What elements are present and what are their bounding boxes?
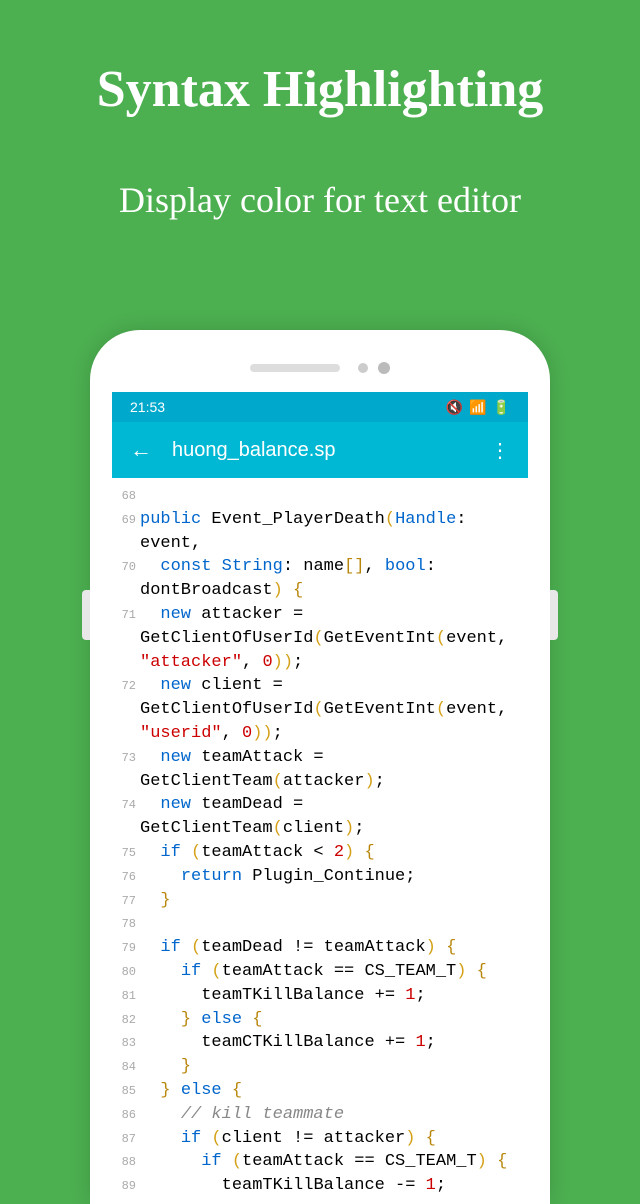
mute-icon: 🔇 [446, 399, 463, 416]
code-line: 87 if (client != attacker) { [120, 1127, 520, 1151]
code-content [140, 912, 520, 936]
code-content: public Event_PlayerDeath(Handle: event, [140, 508, 520, 556]
code-content: if (teamDead != teamAttack) { [140, 936, 520, 960]
phone-camera-icon [378, 362, 390, 374]
line-number: 79 [120, 936, 140, 960]
code-line: 73 new teamAttack = GetClientTeam(attack… [120, 746, 520, 794]
code-line: 85 } else { [120, 1079, 520, 1103]
line-number: 76 [120, 865, 140, 889]
phone-mockup: 21:53 🔇 📶 🔋 ← huong_balance.sp ⋮ 68 69pu… [90, 330, 550, 1204]
line-number: 73 [120, 746, 140, 794]
code-content: } else { [140, 1008, 520, 1032]
line-number: 68 [120, 484, 140, 508]
line-number: 74 [120, 793, 140, 841]
code-line: 72 new client = GetClientOfUserId(GetEve… [120, 674, 520, 745]
phone-side-button-left [82, 590, 90, 640]
code-content: if (client != attacker) { [140, 1127, 520, 1151]
more-menu-button[interactable]: ⋮ [490, 438, 510, 463]
line-number: 86 [120, 1103, 140, 1127]
code-content: teamTKillBalance += 1; [140, 984, 520, 1008]
code-line: 71 new attacker = GetClientOfUserId(GetE… [120, 603, 520, 674]
code-content: } [140, 889, 520, 913]
line-number: 82 [120, 1008, 140, 1032]
code-content: return Plugin_Continue; [140, 865, 520, 889]
code-line: 89 teamTKillBalance -= 1; [120, 1174, 520, 1198]
code-line: 82 } else { [120, 1008, 520, 1032]
line-number: 80 [120, 960, 140, 984]
line-number: 75 [120, 841, 140, 865]
code-content [140, 484, 520, 508]
code-line: 88 if (teamAttack == CS_TEAM_T) { [120, 1150, 520, 1174]
code-content: if (teamAttack < 2) { [140, 841, 520, 865]
line-number: 83 [120, 1031, 140, 1055]
signal-icon: 📶 [469, 399, 486, 416]
code-line: 74 new teamDead = GetClientTeam(client); [120, 793, 520, 841]
code-editor[interactable]: 68 69public Event_PlayerDeath(Handle: ev… [112, 478, 528, 1204]
line-number: 77 [120, 889, 140, 913]
code-line: 83 teamCTKillBalance += 1; [120, 1031, 520, 1055]
line-number: 70 [120, 555, 140, 603]
file-title: huong_balance.sp [172, 439, 490, 462]
code-line: 78 [120, 912, 520, 936]
line-number: 89 [120, 1174, 140, 1198]
code-content: // kill teammate [140, 1103, 520, 1127]
line-number: 72 [120, 674, 140, 745]
hero-title: Syntax Highlighting [0, 0, 640, 119]
battery-icon: 🔋 [493, 399, 510, 416]
code-content: if (teamAttack == CS_TEAM_T) { [140, 960, 520, 984]
hero-subtitle: Display color for text editor [0, 119, 640, 221]
code-content: teamTKillBalance -= 1; [140, 1174, 520, 1198]
line-number: 85 [120, 1079, 140, 1103]
code-line: 69public Event_PlayerDeath(Handle: event… [120, 508, 520, 556]
code-content: new client = GetClientOfUserId(GetEventI… [140, 674, 520, 745]
code-content: } [140, 1055, 520, 1079]
code-content: new attacker = GetClientOfUserId(GetEven… [140, 603, 520, 674]
phone-sensor-icon [358, 363, 368, 373]
code-line: 77 } [120, 889, 520, 913]
code-line: 80 if (teamAttack == CS_TEAM_T) { [120, 960, 520, 984]
code-line: 86 // kill teammate [120, 1103, 520, 1127]
code-line: 68 [120, 484, 520, 508]
code-content: const String: name[], bool: dontBroadcas… [140, 555, 520, 603]
code-content: if (teamAttack == CS_TEAM_T) { [140, 1150, 520, 1174]
code-content: new teamAttack = GetClientTeam(attacker)… [140, 746, 520, 794]
status-time: 21:53 [130, 399, 165, 415]
status-icons: 🔇 📶 🔋 [446, 399, 510, 416]
phone-hardware-top [112, 352, 528, 392]
phone-screen: 21:53 🔇 📶 🔋 ← huong_balance.sp ⋮ 68 69pu… [112, 392, 528, 1204]
code-line: 75 if (teamAttack < 2) { [120, 841, 520, 865]
code-content: teamCTKillBalance += 1; [140, 1031, 520, 1055]
line-number: 87 [120, 1127, 140, 1151]
line-number: 84 [120, 1055, 140, 1079]
line-number: 88 [120, 1150, 140, 1174]
code-line: 79 if (teamDead != teamAttack) { [120, 936, 520, 960]
status-bar: 21:53 🔇 📶 🔋 [112, 392, 528, 422]
line-number: 78 [120, 912, 140, 936]
line-number: 69 [120, 508, 140, 556]
code-line: 76 return Plugin_Continue; [120, 865, 520, 889]
back-button[interactable]: ← [130, 437, 152, 463]
phone-side-button-right [550, 590, 558, 640]
line-number: 81 [120, 984, 140, 1008]
code-line: 81 teamTKillBalance += 1; [120, 984, 520, 1008]
code-content: new teamDead = GetClientTeam(client); [140, 793, 520, 841]
app-bar: ← huong_balance.sp ⋮ [112, 422, 528, 478]
code-line: 84 } [120, 1055, 520, 1079]
phone-speaker [250, 364, 340, 372]
line-number: 71 [120, 603, 140, 674]
code-content: } else { [140, 1079, 520, 1103]
code-line: 70 const String: name[], bool: dontBroad… [120, 555, 520, 603]
